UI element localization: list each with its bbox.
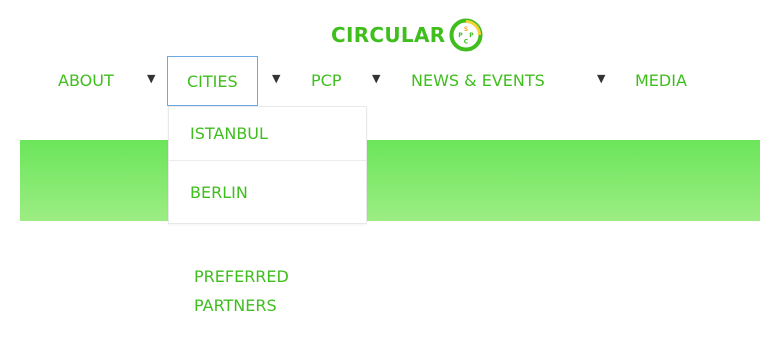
dropdown-item-istanbul[interactable]: ISTANBUL <box>169 107 366 161</box>
chevron-down-icon[interactable]: ▼ <box>597 72 605 85</box>
nav-item-label: CITIES <box>187 71 238 91</box>
main-nav: ABOUT ▼ CITIES ▼ PCP ▼ NEWS & EVENTS ▼ M… <box>0 56 760 106</box>
site-logo[interactable]: CIRCULAR S P P C <box>331 18 483 52</box>
nav-item-about[interactable]: ABOUT <box>58 56 114 104</box>
chevron-down-icon[interactable]: ▼ <box>372 72 380 85</box>
hero-banner <box>20 140 760 221</box>
logo-text: CIRCULAR <box>331 23 446 47</box>
dropdown-item-label: ISTANBUL <box>190 124 268 143</box>
nav-item-cities[interactable]: CITIES <box>167 56 258 106</box>
logo-letter: P <box>459 32 464 39</box>
nav-item-pcp[interactable]: PCP <box>311 56 341 104</box>
preferred-partners-link[interactable]: PREFERRED PARTNERS <box>194 262 334 320</box>
chevron-down-icon[interactable]: ▼ <box>272 72 280 85</box>
nav-item-label: ABOUT <box>58 70 114 90</box>
nav-item-media[interactable]: MEDIA <box>635 56 687 104</box>
logo-letter: C <box>464 39 469 46</box>
partners-line-1: PREFERRED <box>194 267 289 286</box>
page: CIRCULAR S P P C ABOUT ▼ CITIES ▼ PCP ▼ … <box>0 0 760 342</box>
nav-item-news-events[interactable]: NEWS & EVENTS <box>411 56 545 104</box>
nav-item-label: PCP <box>311 70 342 90</box>
cities-dropdown-menu: ISTANBUL BERLIN <box>168 106 367 224</box>
partners-line-2: PARTNERS <box>194 296 277 315</box>
logo-recycle-icon: S P P C <box>449 18 483 52</box>
nav-item-label: NEWS & EVENTS <box>411 70 545 90</box>
logo-letter: S <box>464 26 468 33</box>
dropdown-item-berlin[interactable]: BERLIN <box>169 161 366 223</box>
nav-item-label: MEDIA <box>635 70 687 90</box>
dropdown-item-label: BERLIN <box>190 182 248 202</box>
logo-letter: P <box>470 32 475 39</box>
chevron-down-icon[interactable]: ▼ <box>147 72 155 85</box>
